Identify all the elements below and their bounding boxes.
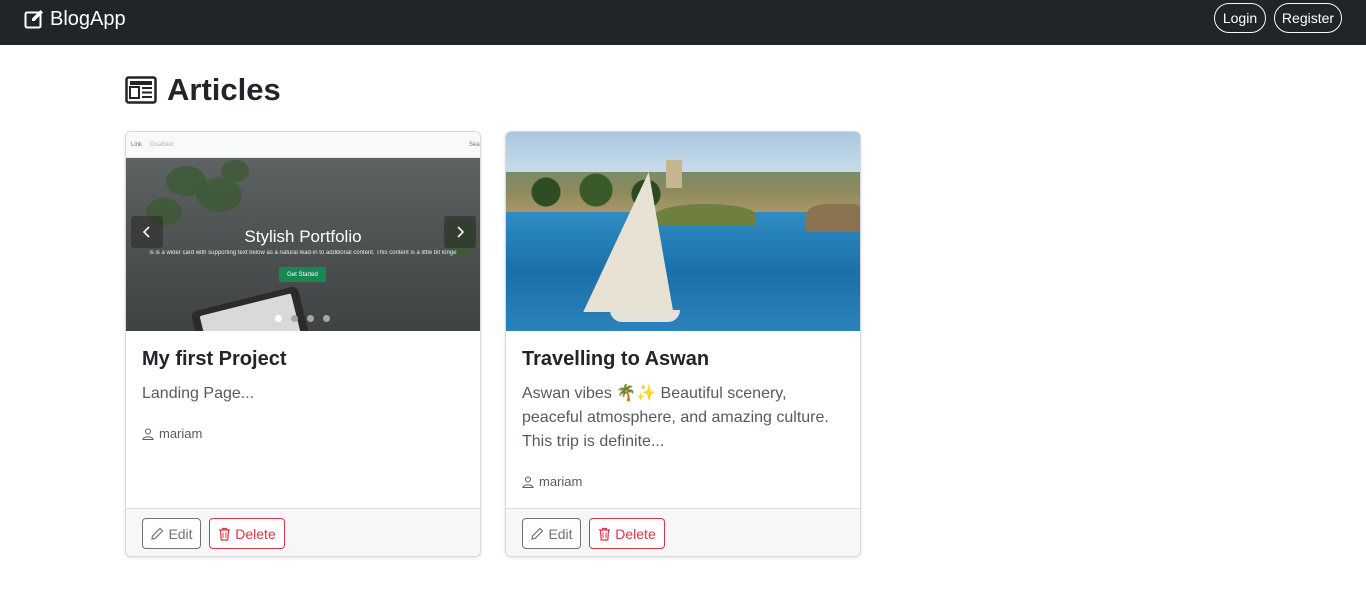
chevron-right-icon bbox=[444, 216, 476, 248]
felucca-boat-image bbox=[610, 310, 680, 322]
trash-icon bbox=[219, 527, 231, 541]
edit-label: Edit bbox=[168, 525, 193, 542]
register-button[interactable]: Register bbox=[1274, 3, 1342, 33]
article-card: Travelling to Aswan Aswan vibes 🌴✨ Beaut… bbox=[505, 131, 861, 557]
article-thumbnail[interactable]: Link Disabled Sea Stylish Portfolio is i… bbox=[126, 132, 480, 331]
article-excerpt: Landing Page... bbox=[142, 385, 255, 402]
article-title[interactable]: Travelling to Aswan bbox=[522, 348, 709, 371]
thumbnail-nav-link-disabled: Disabled bbox=[150, 142, 174, 148]
delete-button[interactable]: Delete bbox=[209, 518, 285, 549]
thumbnail-nav-right: Sea bbox=[469, 142, 480, 148]
edit-button[interactable]: Edit bbox=[142, 518, 201, 549]
card-footer: Edit Delete bbox=[506, 508, 860, 556]
article-excerpt: Aswan vibes 🌴✨ Beautiful scenery, peacef… bbox=[522, 385, 829, 450]
article-author: mariam bbox=[522, 474, 582, 489]
author-name: mariam bbox=[159, 426, 203, 441]
carousel-dot bbox=[291, 315, 298, 322]
person-icon bbox=[142, 428, 154, 440]
person-icon bbox=[522, 476, 534, 488]
article-title[interactable]: My first Project bbox=[142, 348, 286, 371]
carousel-dot bbox=[275, 315, 282, 322]
trash-icon bbox=[599, 527, 611, 541]
edit-label: Edit bbox=[548, 525, 573, 542]
pencil-icon bbox=[151, 527, 164, 540]
thumbnail-hero-title: Stylish Portfolio bbox=[244, 227, 362, 246]
card-footer: Edit Delete bbox=[126, 508, 480, 556]
rocks-image bbox=[806, 204, 860, 232]
thumbnail-hero-subtitle: is is a wider card with supporting text … bbox=[149, 250, 457, 256]
page-title: Articles bbox=[167, 72, 281, 107]
carousel-dot bbox=[323, 315, 330, 322]
delete-label: Delete bbox=[235, 525, 276, 542]
navbar: BlogApp Login Register bbox=[0, 0, 1366, 45]
thumbnail-cta-button: Get Started bbox=[279, 267, 326, 282]
brand-link[interactable]: BlogApp bbox=[24, 6, 126, 32]
thumbnail-hero: Stylish Portfolio is is a wider card wit… bbox=[126, 158, 480, 331]
article-card: Link Disabled Sea Stylish Portfolio is i… bbox=[125, 131, 481, 557]
thumbnail-nav-link: Link bbox=[131, 142, 143, 148]
edit-button[interactable]: Edit bbox=[522, 518, 581, 549]
thumbnail-navbar: Link Disabled Sea bbox=[126, 132, 480, 158]
login-button[interactable]: Login bbox=[1214, 3, 1266, 33]
carousel-dot bbox=[307, 315, 314, 322]
chevron-left-icon bbox=[131, 216, 163, 248]
page-heading: Articles bbox=[125, 70, 281, 110]
author-name: mariam bbox=[539, 474, 583, 489]
pencil-square-icon bbox=[24, 10, 43, 29]
article-thumbnail[interactable] bbox=[506, 132, 860, 331]
tablet-image bbox=[190, 285, 312, 331]
newspaper-icon bbox=[125, 76, 157, 104]
brand-text: BlogApp bbox=[50, 7, 126, 30]
pencil-icon bbox=[531, 527, 544, 540]
delete-button[interactable]: Delete bbox=[589, 518, 665, 549]
article-author: mariam bbox=[142, 426, 202, 441]
delete-label: Delete bbox=[615, 525, 656, 542]
